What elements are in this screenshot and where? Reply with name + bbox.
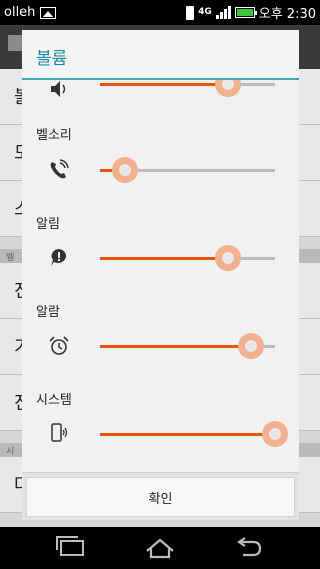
volume-dialog: 볼륨 벨소리 알림 알람 시스템 확인: [22, 30, 299, 520]
slider-track[interactable]: [100, 421, 288, 447]
back-icon: [237, 537, 262, 557]
home-button[interactable]: [140, 535, 180, 561]
recent-apps-button[interactable]: [52, 535, 92, 561]
slider-label: 벨소리: [36, 128, 72, 143]
slider-fill: [100, 83, 228, 86]
recent-apps-icon: [56, 536, 84, 556]
slider-track[interactable]: [100, 245, 275, 271]
dialog-title: 볼륨: [22, 30, 299, 78]
slider-thumb[interactable]: [214, 80, 241, 97]
sim-icon: [186, 5, 195, 20]
home-icon: [146, 538, 174, 559]
slider-thumb[interactable]: [262, 421, 288, 447]
speaker-icon: [51, 81, 66, 97]
slider-track[interactable]: [100, 80, 275, 97]
dialog-button-bar: 확인: [22, 472, 299, 520]
slider-fill: [100, 345, 251, 348]
back-button[interactable]: [228, 535, 268, 561]
clock: 오후 2:30: [258, 7, 316, 22]
slider-label: 시스템: [36, 393, 72, 408]
image-notification-icon: [40, 6, 57, 19]
slider-thumb[interactable]: [111, 157, 138, 183]
slider-track[interactable]: [100, 333, 275, 359]
network-type: 4G: [198, 7, 212, 17]
slider-label: 알람: [36, 305, 60, 320]
volume-slider-list[interactable]: 벨소리 알림 알람 시스템: [22, 80, 299, 502]
system-device-icon: [51, 423, 68, 442]
battery-icon: [234, 7, 257, 18]
confirm-button[interactable]: 확인: [26, 477, 295, 517]
navigation-bar: [0, 527, 320, 569]
signal-icon: [215, 6, 231, 19]
slider-thumb[interactable]: [214, 245, 241, 271]
slider-fill: [100, 257, 228, 260]
carrier-name: olleh: [4, 5, 36, 20]
alarm-clock-icon: [49, 336, 69, 355]
ringtone-phone-icon: [50, 159, 69, 179]
slider-label: 알림: [36, 217, 60, 232]
notification-bubble-icon: [51, 249, 67, 266]
status-bar: olleh 4G 오후 2:30: [0, 0, 320, 25]
slider-track[interactable]: [100, 157, 275, 183]
slider-thumb[interactable]: [237, 333, 264, 359]
slider-fill: [100, 433, 275, 436]
